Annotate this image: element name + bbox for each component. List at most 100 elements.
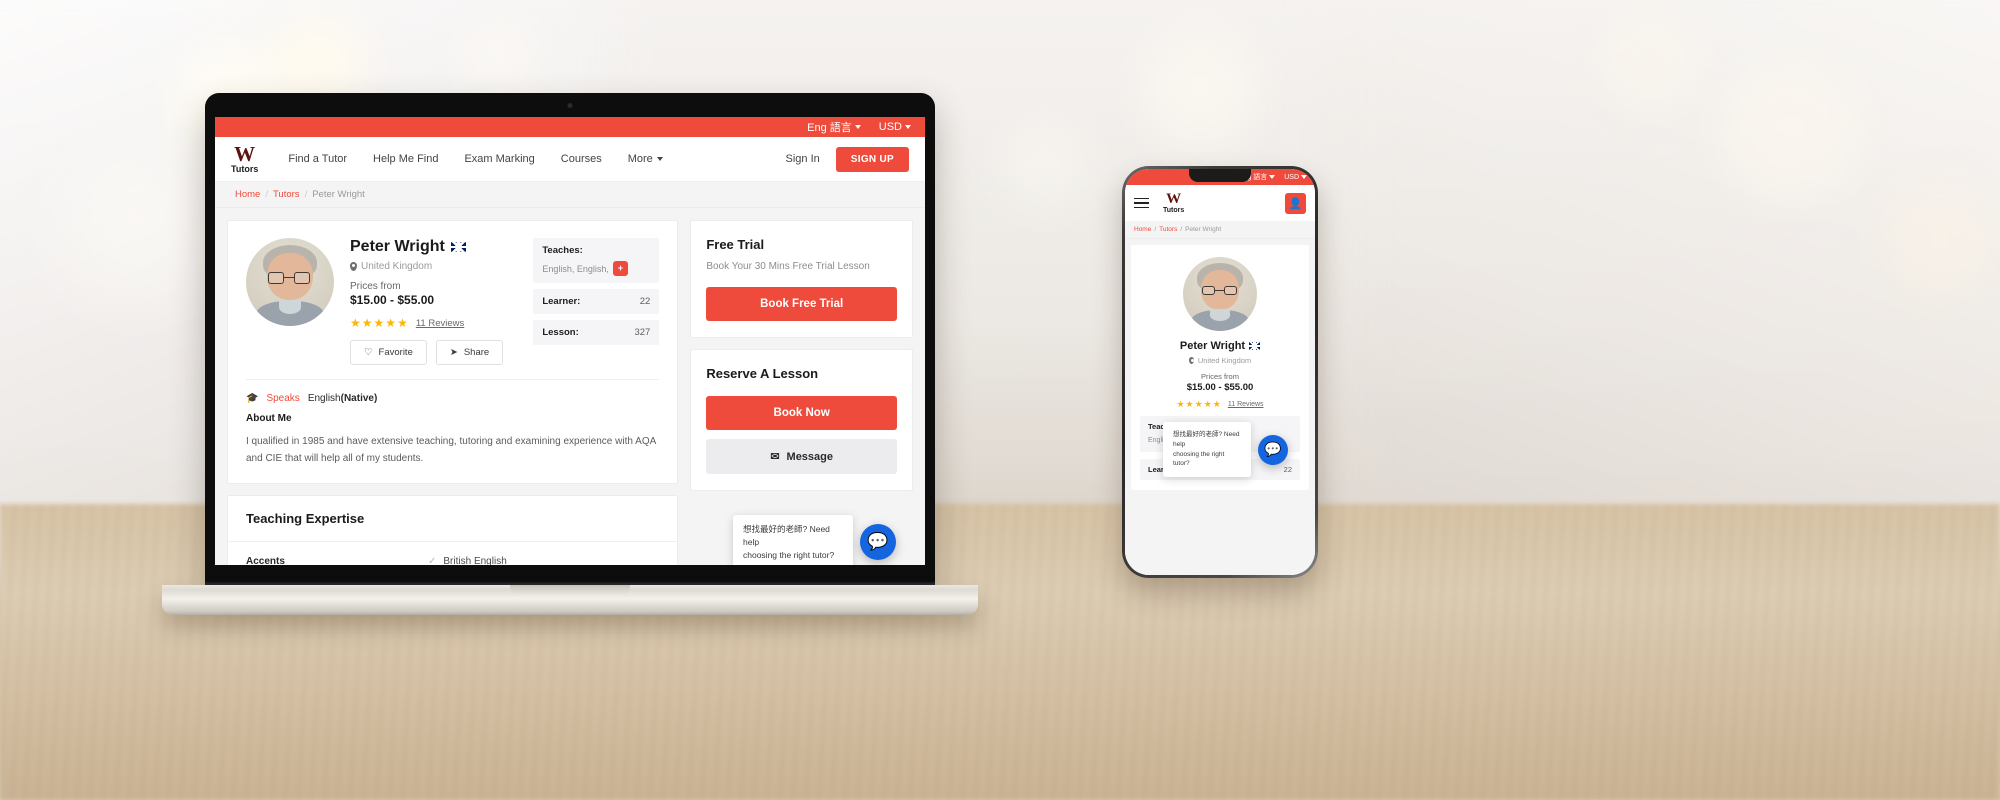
breadcrumb: Home / Tutors / Peter Wright: [215, 182, 925, 208]
star-icon: ★: [1194, 399, 1203, 409]
teaching-expertise-heading: Teaching Expertise: [228, 496, 678, 542]
mobile-rating-row: ★ ★ ★ ★ ★ 11 Reviews: [1140, 400, 1300, 409]
phone-screen: Eng 語言 USD W Tutors 👤 Home / Tutors / Pe…: [1125, 169, 1315, 575]
chat-prompt-line-2: choosing the right tutor?: [1173, 450, 1225, 468]
chat-launcher-button[interactable]: 💬: [860, 524, 896, 561]
price-value: $15.00 - $55.00: [350, 293, 435, 307]
site-logo[interactable]: W Tutors: [231, 144, 258, 174]
favorite-button[interactable]: ♡ Favorite: [350, 340, 427, 365]
nav-item-courses[interactable]: Courses: [561, 153, 602, 165]
learner-value: 22: [639, 296, 651, 307]
message-button[interactable]: ✉ Message: [706, 439, 897, 474]
chevron-down-icon: [656, 157, 663, 161]
logo-letter: W: [1166, 191, 1182, 207]
mobile-currency-label: USD: [1284, 173, 1299, 181]
expertise-value-label: British English: [443, 556, 507, 565]
nav-item-more[interactable]: More: [628, 153, 663, 165]
chat-prompt-bubble[interactable]: 想找最好的老師? Need help choosing the right tu…: [733, 515, 853, 565]
chevron-down-icon: [854, 125, 861, 129]
laptop-lid: Eng 語言 USD W Tutors Find a Tutor Help Me…: [205, 93, 935, 587]
teaches-label: Teaches:: [542, 245, 583, 256]
mobile-breadcrumb-tutors[interactable]: Tutors: [1159, 226, 1177, 233]
laptop-keyboard-base: [162, 585, 978, 615]
mobile-site-logo[interactable]: W Tutors: [1163, 191, 1185, 215]
avatar-glasses-left: [1201, 285, 1215, 296]
avatar-collar: [1210, 308, 1230, 321]
star-icon: ★: [1176, 399, 1185, 409]
breadcrumb-tutors[interactable]: Tutors: [273, 189, 300, 200]
lesson-label: Lesson:: [542, 327, 579, 338]
currency-label: USD: [878, 121, 902, 133]
mobile-price-label: Prices from: [1201, 372, 1239, 381]
nav-item-exam-marking[interactable]: Exam Marking: [464, 153, 534, 165]
tutor-name: Peter Wright: [350, 238, 445, 255]
speaks-level: (Native): [340, 393, 378, 404]
expertise-row: Accents ✓ British English: [228, 542, 677, 565]
sign-up-button[interactable]: SIGN UP: [835, 146, 909, 172]
mobile-tutor-name: Peter Wright: [1179, 340, 1246, 352]
profile-actions: ♡ Favorite ➤ Share: [350, 340, 517, 365]
phone-frame: Eng 語言 USD W Tutors 👤 Home / Tutors / Pe…: [1122, 166, 1318, 578]
about-section: 🎓 Speaks English(Native) About Me I qual…: [228, 380, 677, 483]
teaches-value-row: English, English, +: [542, 261, 650, 276]
star-rating: ★ ★ ★ ★ ★: [350, 317, 408, 329]
book-now-button[interactable]: Book Now: [706, 396, 897, 430]
mobile-chat-prompt-bubble[interactable]: 想找最好的老師? Need help choosing the right tu…: [1163, 422, 1251, 477]
mobile-reviews-link[interactable]: 11 Reviews: [1228, 401, 1264, 408]
profile-details: Peter Wright United Kingdom Prices from …: [350, 238, 517, 365]
language-label: Eng 語言: [807, 122, 852, 134]
speaks-value: English(Native): [308, 393, 378, 404]
breadcrumb-home[interactable]: Home: [235, 189, 260, 200]
mobile-breadcrumb-home[interactable]: Home: [1134, 226, 1151, 233]
message-label: Message: [786, 450, 834, 463]
bokeh-light: [1600, 10, 1700, 110]
nav-label: More: [627, 153, 653, 165]
currency-selector[interactable]: USD: [879, 121, 911, 133]
avatar-glasses-right: [1223, 285, 1237, 296]
tutor-location: United Kingdom: [350, 261, 517, 272]
uk-flag-icon: [1249, 342, 1261, 350]
free-trial-title: Free Trial: [706, 237, 765, 252]
nav-item-find-a-tutor[interactable]: Find a Tutor: [288, 153, 347, 165]
account-button[interactable]: 👤: [1285, 192, 1306, 214]
bokeh-light: [1880, 180, 2000, 300]
mobile-chat-widget: 想找最好的老師? Need help choosing the right tu…: [1163, 422, 1288, 477]
free-trial-subtitle: Book Your 30 Mins Free Trial Lesson: [706, 261, 870, 272]
nav-links: Find a Tutor Help Me Find Exam Marking C…: [288, 153, 663, 165]
laptop-mockup: Eng 語言 USD W Tutors Find a Tutor Help Me…: [162, 93, 978, 615]
tutor-profile-card: Peter Wright United Kingdom Prices from …: [227, 220, 679, 484]
mobile-chat-launcher-button[interactable]: 💬: [1258, 434, 1288, 465]
free-trial-card: Free Trial Book Your 30 Mins Free Trial …: [690, 220, 913, 338]
breadcrumb-separator: /: [304, 189, 308, 200]
reviews-link[interactable]: 11 Reviews: [416, 318, 464, 329]
about-me-heading: About Me: [246, 413, 292, 424]
mobile-currency-selector[interactable]: USD: [1284, 174, 1307, 181]
lesson-value: 327: [634, 327, 651, 338]
nav-item-help-me-find[interactable]: Help Me Find: [373, 153, 438, 165]
stat-teaches: Teaches: English, English, +: [533, 238, 660, 283]
avatar-glasses-bridge: [1214, 289, 1224, 292]
location-pin-icon: [350, 262, 357, 271]
location-label: United Kingdom: [361, 261, 433, 272]
teaches-value: English, English,: [542, 263, 609, 274]
sidebar-column: Free Trial Book Your 30 Mins Free Trial …: [690, 220, 913, 565]
share-label: Share: [463, 347, 490, 358]
expertise-key: Accents: [246, 556, 285, 565]
tutor-stats: Teaches: English, English, + Learner: 22: [533, 238, 660, 365]
breadcrumb-separator: /: [1154, 226, 1157, 233]
share-button[interactable]: ➤ Share: [435, 340, 504, 365]
star-icon: ★: [350, 316, 361, 330]
chevron-down-icon: [1269, 175, 1276, 179]
sign-in-link[interactable]: Sign In: [786, 153, 820, 165]
book-free-trial-button[interactable]: Book Free Trial: [706, 287, 897, 321]
hamburger-menu-icon[interactable]: [1134, 197, 1149, 209]
envelope-icon: ✉: [770, 451, 780, 463]
avatar-glasses-right: [294, 272, 311, 284]
star-icon: ★: [385, 316, 397, 330]
language-selector[interactable]: Eng 語言: [807, 119, 861, 135]
main-navbar: W Tutors Find a Tutor Help Me Find Exam …: [215, 137, 925, 182]
nav-label: Find a Tutor: [288, 153, 348, 165]
phone-notch: [1189, 169, 1251, 182]
logo-wordmark: Tutors: [1163, 207, 1185, 214]
more-subjects-badge[interactable]: +: [612, 261, 629, 276]
